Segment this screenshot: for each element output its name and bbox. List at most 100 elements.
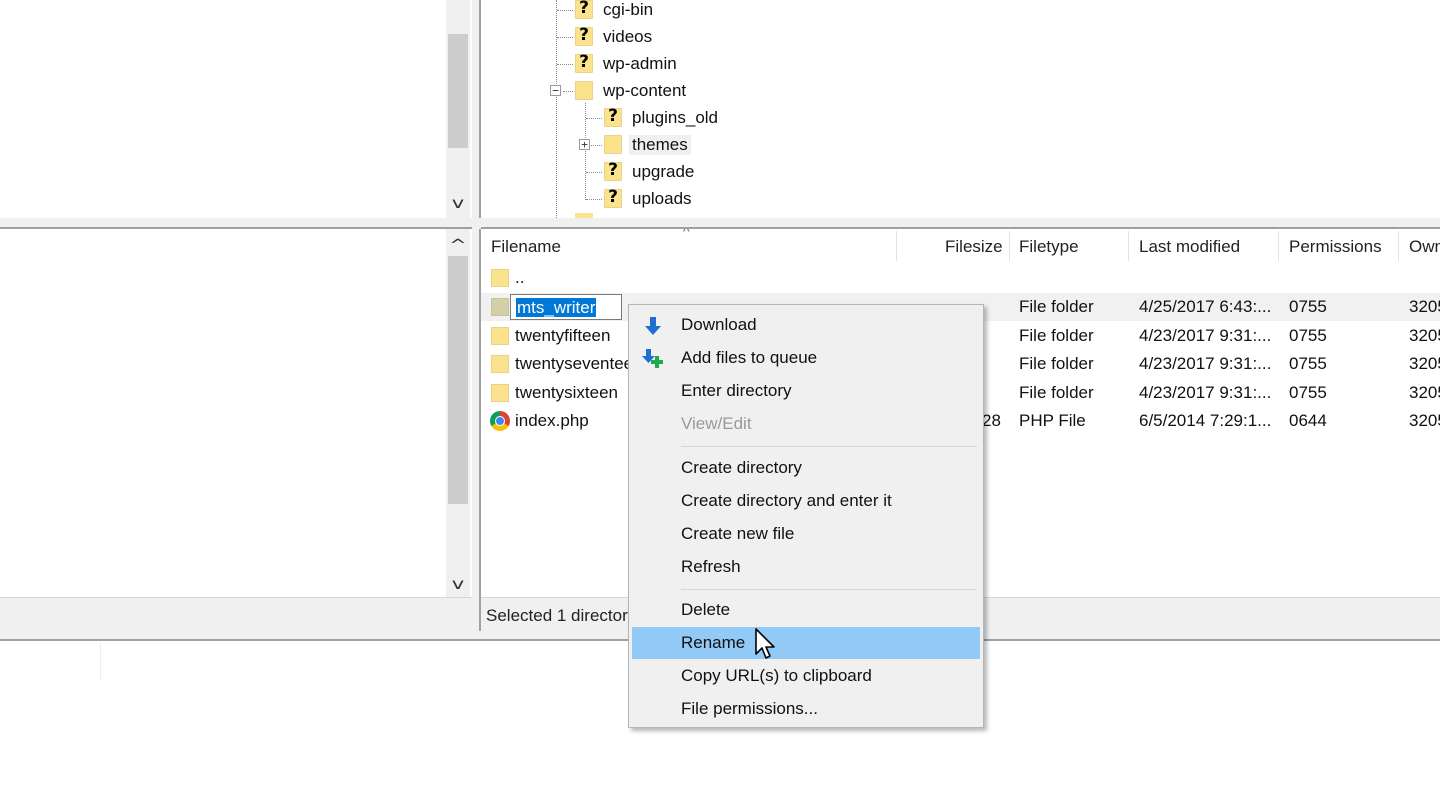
file-name: twentyfifteen (515, 326, 611, 345)
menu-item-create-directory[interactable]: Create directory (632, 452, 980, 484)
queue-column-divider (100, 643, 101, 681)
folder-icon (491, 269, 509, 287)
file-name: twentyseventeen (515, 354, 643, 373)
folder-icon (491, 384, 509, 402)
column-divider[interactable] (1278, 231, 1279, 261)
local-list-scrollbar-thumb[interactable] (448, 256, 468, 504)
tree-guide-line (586, 118, 602, 119)
folder-icon (575, 81, 593, 100)
local-tree-scrollbar[interactable]: v (446, 0, 470, 218)
menu-item-rename[interactable]: Rename (632, 627, 980, 659)
file-type: File folder (1019, 383, 1094, 402)
menu-item-label: File permissions... (681, 699, 818, 718)
file-type: File folder (1019, 354, 1094, 373)
menu-item-add-files-to-queue[interactable]: Add files to queue (632, 342, 980, 374)
tree-guide-line (586, 172, 602, 173)
question-folder-icon: ? (604, 187, 622, 208)
file-last-modified: 4/25/2017 6:43:... (1139, 297, 1272, 316)
local-list-scrollbar[interactable]: ^ v (446, 229, 470, 597)
tree-guide-line (591, 145, 602, 146)
scroll-down-arrow-icon[interactable]: v (441, 574, 475, 594)
tree-item-cgi-bin[interactable]: ? cgi-bin (575, 0, 653, 23)
file-owner: 3205 (1409, 354, 1440, 373)
column-divider[interactable] (1009, 231, 1010, 261)
tree-item-label: themes (629, 134, 691, 155)
tree-item-uploads[interactable]: ? uploads (604, 185, 692, 212)
tree-item-videos[interactable]: ? videos (575, 23, 652, 50)
file-last-modified: 4/23/2017 9:31:... (1139, 326, 1272, 345)
scroll-down-arrow-icon[interactable]: v (441, 193, 475, 213)
file-permissions: 0644 (1289, 411, 1327, 430)
local-file-list-pane[interactable]: ^ v (0, 229, 472, 597)
question-folder-icon: ? (604, 160, 622, 181)
expand-toggle-icon[interactable]: + (579, 139, 590, 150)
tree-item-label: wp-admin (603, 53, 677, 73)
column-header-owner-group[interactable]: Owner/Group (1409, 229, 1440, 262)
menu-item-delete[interactable]: Delete (632, 594, 980, 626)
column-divider[interactable] (1398, 231, 1399, 261)
menu-item-label: Delete (681, 600, 731, 619)
tree-item-wp-content[interactable]: wp-content (575, 77, 686, 104)
file-owner: 3205 (1409, 326, 1440, 345)
menu-item-label: Create new file (681, 524, 795, 543)
tree-guide-line (563, 91, 573, 92)
menu-item-create-directory-and-enter[interactable]: Create directory and enter it (632, 485, 980, 517)
tree-item-upgrade[interactable]: ? upgrade (604, 158, 694, 185)
local-tree-pane[interactable]: v (0, 0, 472, 218)
column-divider[interactable] (1128, 231, 1129, 261)
file-size: 28 (982, 411, 1001, 430)
menu-item-view-edit: View/Edit (632, 408, 980, 440)
menu-item-label: Copy URL(s) to clipboard (681, 666, 872, 685)
remote-tree-pane[interactable]: − + ? cgi-bin ? videos ? wp-admin wp-con… (481, 0, 1440, 218)
column-header-filetype[interactable]: Filetype (1019, 229, 1079, 262)
tree-guide-line (557, 64, 573, 65)
rename-input[interactable]: mts_writer (510, 294, 622, 320)
column-divider[interactable] (896, 231, 897, 261)
menu-separator (681, 589, 977, 590)
menu-item-enter-directory[interactable]: Enter directory (632, 375, 980, 407)
column-header-permissions[interactable]: Permissions (1289, 229, 1382, 262)
local-tree-scrollbar-thumb[interactable] (448, 34, 468, 148)
collapse-toggle-icon[interactable]: − (550, 85, 561, 96)
menu-item-file-permissions[interactable]: File permissions... (632, 693, 980, 725)
scroll-up-arrow-icon[interactable]: ^ (441, 235, 475, 255)
file-last-modified: 6/5/2014 7:29:1... (1139, 411, 1272, 430)
menu-item-refresh[interactable]: Refresh (632, 551, 980, 583)
menu-item-label: Create directory (681, 458, 802, 477)
tree-item-label: videos (603, 26, 653, 46)
folder-icon (491, 355, 509, 373)
chrome-file-icon (490, 411, 510, 431)
menu-item-label: Rename (681, 633, 746, 652)
folder-icon (491, 327, 509, 345)
add-to-queue-icon (642, 349, 663, 368)
tree-item-wp-admin[interactable]: ? wp-admin (575, 50, 677, 77)
question-folder-icon: ? (575, 52, 593, 73)
menu-item-download[interactable]: Download (632, 309, 980, 341)
column-header-filesize[interactable]: Filesize (945, 229, 1003, 262)
tree-item-plugins-old[interactable]: ? plugins_old (604, 104, 718, 131)
menu-separator (681, 446, 977, 447)
context-menu: Download Add files to queue Enter direct… (628, 304, 984, 728)
column-header-last-modified[interactable]: Last modified (1139, 229, 1240, 262)
sort-ascending-icon: ^ (683, 229, 690, 239)
file-row-parent[interactable]: .. (481, 264, 1440, 292)
file-type: File folder (1019, 297, 1094, 316)
file-type: PHP File (1019, 411, 1086, 430)
file-type: File folder (1019, 326, 1094, 345)
file-last-modified: 4/23/2017 9:31:... (1139, 354, 1272, 373)
menu-item-create-new-file[interactable]: Create new file (632, 518, 980, 550)
tree-item-themes[interactable]: themes (604, 131, 691, 158)
folder-icon (604, 135, 622, 154)
rename-input-selected-text: mts_writer (516, 298, 597, 317)
file-permissions: 0755 (1289, 326, 1327, 345)
question-folder-icon: ? (604, 106, 622, 127)
file-last-modified: 4/23/2017 9:31:... (1139, 383, 1272, 402)
tree-guide-line (557, 37, 573, 38)
menu-item-copy-url[interactable]: Copy URL(s) to clipboard (632, 660, 980, 692)
file-owner: 3205 (1409, 411, 1440, 430)
question-folder-icon: ? (575, 0, 593, 19)
file-permissions: 0755 (1289, 354, 1327, 373)
menu-item-label: Refresh (681, 557, 741, 576)
column-header-filename[interactable]: Filename (491, 229, 561, 262)
status-text: Selected 1 directory. (486, 606, 640, 625)
